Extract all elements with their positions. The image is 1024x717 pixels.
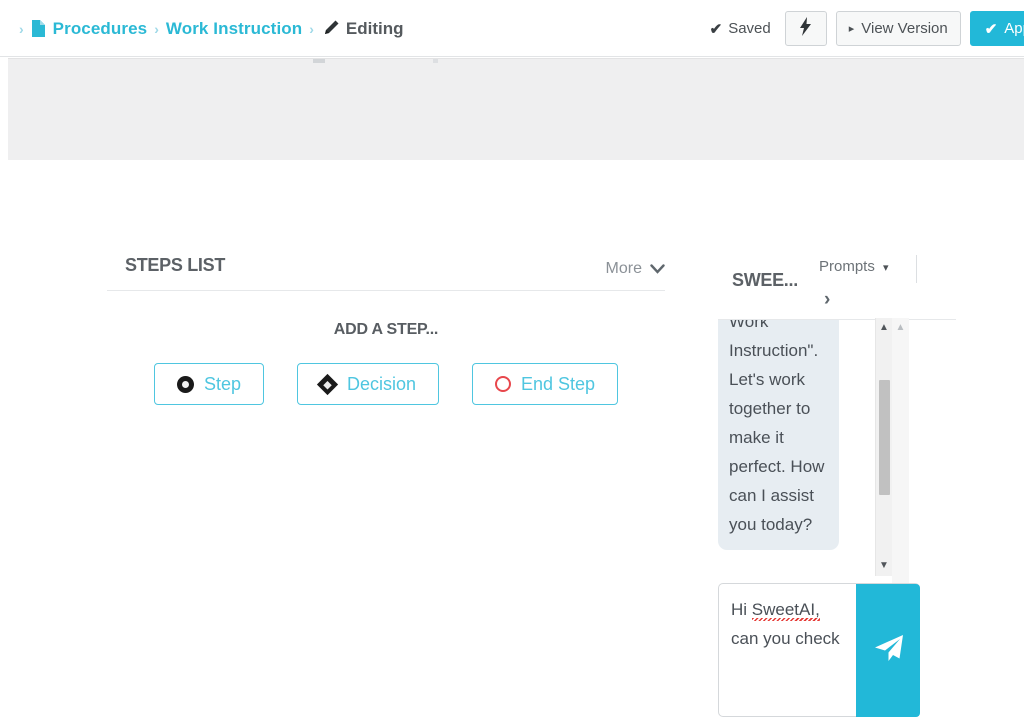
scroll-down-arrow-icon[interactable]: ▼: [876, 559, 892, 573]
view-version-label: View Version: [861, 20, 948, 37]
chat-scrollbar-thumb[interactable]: [879, 380, 890, 495]
breadcrumb-separator-2: ›: [309, 20, 314, 37]
content-gray-panel: [8, 58, 1024, 160]
bolt-icon: [799, 16, 812, 41]
steps-list-card: STEPS LIST More ADD A STEP... Step Decis…: [107, 243, 665, 405]
saved-status-label: Saved: [728, 20, 771, 37]
add-step-button-label: Step: [203, 373, 241, 394]
scroll-up-arrow-icon[interactable]: ▲: [876, 321, 892, 335]
chevron-down-icon: [650, 262, 665, 277]
breadcrumb: › Procedures › Work Instruction › Editin…: [0, 0, 404, 57]
chat-header-divider: [916, 255, 917, 283]
approve-label: App: [1004, 20, 1024, 37]
prompts-label: Prompts: [819, 258, 875, 275]
chat-panel-title: SWEE...: [732, 270, 798, 290]
page-scrollbar[interactable]: ▲: [892, 318, 909, 576]
red-circle-outline-icon: [495, 376, 511, 392]
chat-scrollbar[interactable]: ▲ ▼: [875, 318, 892, 576]
chat-expand-chevron-icon[interactable]: ›: [824, 289, 830, 311]
app-root: › Procedures › Work Instruction › Editin…: [0, 0, 1024, 717]
steps-list-header: STEPS LIST More: [107, 243, 665, 291]
add-step-button[interactable]: Step: [153, 363, 264, 405]
send-message-button[interactable]: [856, 584, 920, 717]
chat-input-misspelled-word: SweetAI,: [751, 600, 820, 621]
breadcrumb-item-work-instruction[interactable]: Work Instruction: [166, 19, 302, 39]
document-icon: [31, 19, 46, 38]
chat-input-part-1: Hi: [731, 600, 752, 619]
filled-circle-icon: [176, 375, 194, 393]
add-step-buttons: Step Decision End Step: [107, 363, 665, 405]
check-icon: ✔: [984, 20, 998, 38]
saved-status: ✔ Saved: [710, 20, 771, 38]
breadcrumb-separator-0: ›: [19, 20, 24, 37]
chat-input-part-2: can you check: [731, 629, 840, 648]
view-version-button[interactable]: ▸ View Version: [835, 11, 961, 46]
breadcrumb-separator-1: ›: [154, 20, 159, 37]
breadcrumb-item-procedures[interactable]: Procedures: [53, 19, 148, 39]
pencil-icon: [321, 19, 340, 38]
chat-message-assistant: Work Instruction". Let's work together t…: [718, 320, 839, 550]
add-a-step-label: ADD A STEP...: [333, 321, 439, 338]
check-icon: ✔: [709, 20, 723, 38]
diamond-icon: [316, 373, 339, 395]
approve-button[interactable]: ✔ App: [969, 11, 1024, 46]
add-end-step-button-label: End Step: [521, 373, 596, 394]
sitemap-icon[interactable]: [0, 18, 8, 40]
chat-message-list: Work Instruction". Let's work together t…: [718, 319, 956, 572]
breadcrumb-item-editing: Editing: [345, 18, 404, 38]
add-decision-button-label: Decision: [346, 373, 416, 394]
add-decision-button[interactable]: Decision: [296, 363, 439, 405]
page-scroll-up-arrow-icon[interactable]: ▲: [892, 321, 909, 335]
caret-right-icon: ▸: [848, 23, 855, 35]
panel-clipped-text-2: [433, 59, 438, 63]
quick-action-bolt-button[interactable]: [784, 11, 827, 46]
header-actions: ✔ Saved ▸ View Version ✔ App: [710, 0, 1024, 57]
chat-input-text[interactable]: Hi SweetAI, can you check: [731, 595, 841, 653]
caret-down-icon: ▾: [883, 262, 889, 274]
add-end-step-button[interactable]: End Step: [472, 363, 619, 405]
steps-more-label: More: [605, 260, 642, 277]
panel-clipped-text-1: [313, 59, 325, 63]
top-header-bar: › Procedures › Work Instruction › Editin…: [0, 0, 1024, 57]
steps-more-dropdown[interactable]: More: [606, 260, 665, 278]
page-title: STEPS LIST: [125, 255, 226, 275]
prompts-dropdown[interactable]: Prompts ▾: [819, 258, 889, 275]
